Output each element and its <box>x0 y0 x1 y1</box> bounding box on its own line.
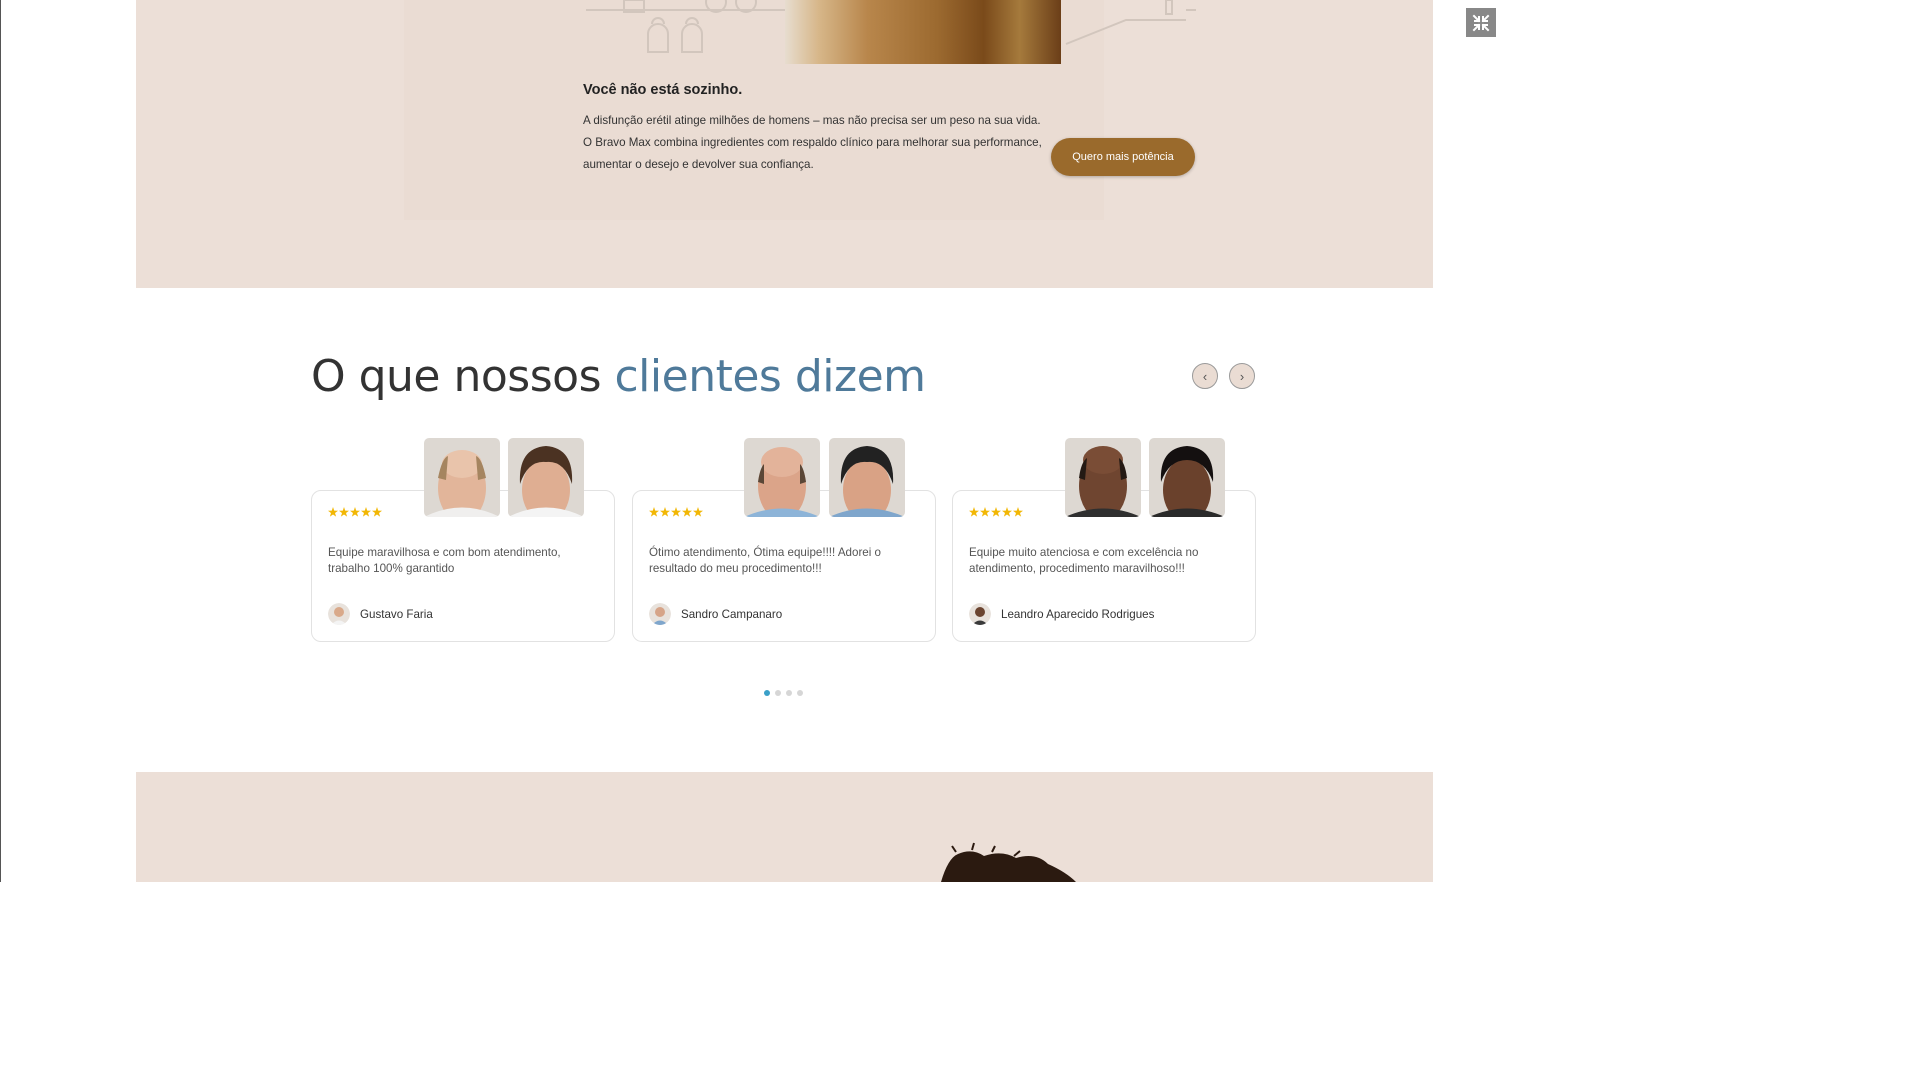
carousel-next-button[interactable]: › <box>1229 363 1255 389</box>
star-icon <box>328 507 338 517</box>
heading-accent: clientes dizem <box>614 351 926 402</box>
rating-stars <box>649 507 703 517</box>
testimonial-text: Equipe muito atenciosa e com excelência … <box>969 546 1199 575</box>
hero-description: A disfunção erétil atinge milhões de hom… <box>583 114 1042 171</box>
rating-stars <box>969 507 1023 517</box>
testimonial-author: Leandro Aparecido Rodrigues <box>969 603 1154 625</box>
star-icon <box>980 507 990 517</box>
carousel-prev-button[interactable]: ‹ <box>1192 363 1218 389</box>
author-name: Leandro Aparecido Rodrigues <box>1001 607 1155 621</box>
after-photo <box>1149 438 1225 517</box>
before-photo <box>424 438 500 517</box>
hero-model-photo <box>785 0 1061 64</box>
before-photo <box>1065 438 1141 517</box>
hero-title: Você não está sozinho. <box>583 82 743 98</box>
author-name: Gustavo Faria <box>360 607 433 621</box>
rating-stars <box>328 507 382 517</box>
star-icon <box>361 507 371 517</box>
after-photo <box>508 438 584 517</box>
star-icon <box>339 507 349 517</box>
star-icon <box>969 507 979 517</box>
pagination-dot[interactable] <box>786 690 792 696</box>
page-edge <box>0 0 1 882</box>
star-icon <box>350 507 360 517</box>
chevron-right-icon: › <box>1239 368 1245 384</box>
avatar <box>969 603 991 625</box>
star-icon <box>649 507 659 517</box>
star-icon <box>693 507 703 517</box>
avatar <box>649 603 671 625</box>
star-icon <box>1013 507 1023 517</box>
fullscreen-toggle-button[interactable] <box>1466 8 1496 37</box>
star-icon <box>991 507 1001 517</box>
avatar <box>328 603 350 625</box>
testimonial-text: Equipe maravilhosa e com bom atendimento… <box>328 546 561 575</box>
before-photo <box>744 438 820 517</box>
star-icon <box>1002 507 1012 517</box>
star-icon <box>372 507 382 517</box>
star-icon <box>660 507 670 517</box>
author-name: Sandro Campanaro <box>681 607 783 621</box>
testimonial-author: Sandro Campanaro <box>649 603 782 625</box>
star-icon <box>682 507 692 517</box>
next-section <box>136 772 1433 882</box>
heading-plain: O que nossos <box>311 351 615 402</box>
cta-button[interactable]: Quero mais potência <box>1051 138 1195 176</box>
testimonial-text: Ótimo atendimento, Ótima equipe!!!! Ador… <box>649 546 881 575</box>
product-image-partial <box>941 842 1076 882</box>
testimonials-heading: O que nossos clientes dizem <box>311 350 926 404</box>
after-photo <box>829 438 905 517</box>
pagination-dot[interactable] <box>764 690 770 696</box>
pagination-dot[interactable] <box>797 690 803 696</box>
pagination-dot[interactable] <box>775 690 781 696</box>
collapse-fullscreen-icon <box>1472 14 1490 31</box>
testimonial-author: Gustavo Faria <box>328 603 433 625</box>
chevron-left-icon: ‹ <box>1202 368 1208 384</box>
star-icon <box>671 507 681 517</box>
carousel-pagination <box>764 690 803 696</box>
